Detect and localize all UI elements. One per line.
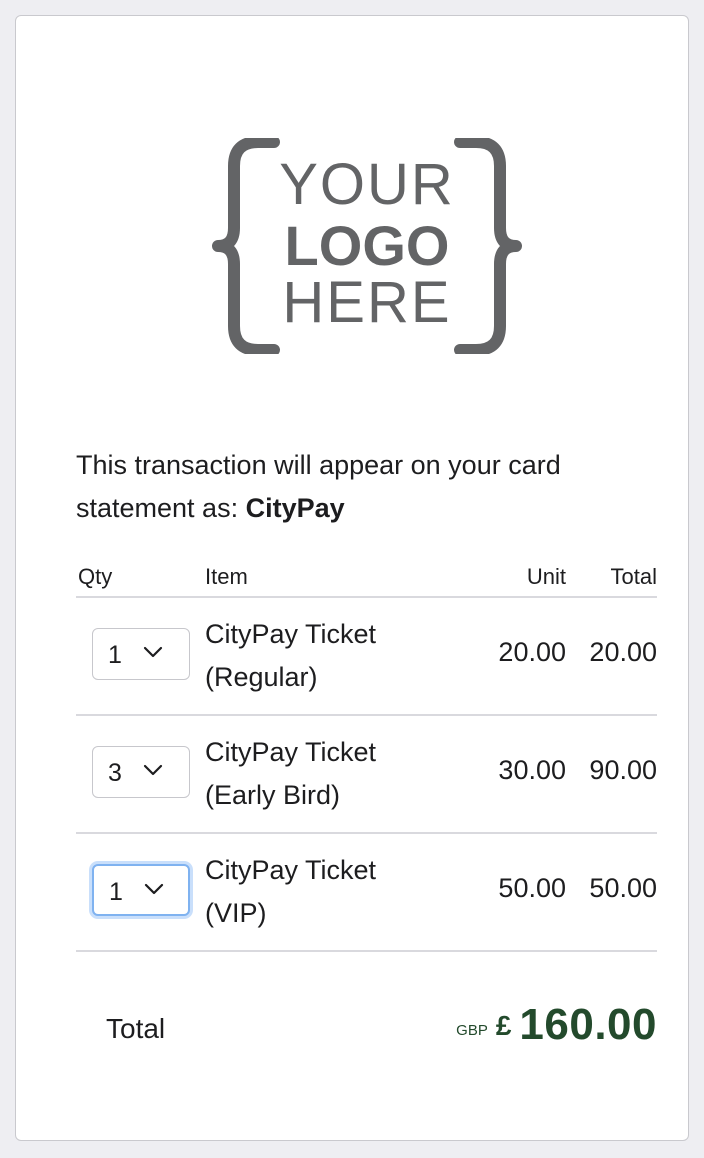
header-item: Item (205, 564, 248, 589)
quantity-select[interactable]: 3 (92, 746, 190, 798)
table-row: 1 CityPay Ticket (VIP) 50.00 50.00 (76, 834, 657, 952)
quantity-select[interactable]: 1 (92, 864, 190, 916)
unit-price: 30.00 (498, 755, 566, 785)
chevron-down-icon (143, 764, 163, 776)
header-qty: Qty (78, 564, 113, 589)
item-name: CityPay Ticket (Regular) (205, 619, 377, 692)
line-total: 90.00 (589, 755, 657, 785)
logo-text-here: HERE (282, 270, 452, 335)
header-unit: Unit (526, 564, 566, 589)
item-name: CityPay Ticket (Early Bird) (205, 737, 377, 810)
amount-value: 160.00 (519, 1000, 657, 1049)
total-amount: GBP £160.00 (456, 1000, 657, 1050)
currency-code: GBP (456, 1022, 488, 1039)
logo-text-your: YOUR (279, 152, 455, 217)
line-total: 20.00 (589, 637, 657, 667)
descriptor-merchant: CityPay (245, 493, 345, 523)
quantity-select[interactable]: 1 (92, 628, 190, 680)
item-name: CityPay Ticket (VIP) (205, 855, 377, 928)
line-total: 50.00 (589, 873, 657, 903)
chevron-down-icon (143, 646, 163, 658)
payment-card: YOUR LOGO HERE This transaction will app… (15, 15, 689, 1141)
quantity-value: 3 (108, 759, 122, 787)
total-label: Total (106, 1013, 166, 1044)
unit-price: 50.00 (498, 873, 566, 903)
currency-symbol: £ (495, 1010, 512, 1041)
table-row: 3 CityPay Ticket (Early Bird) 30.00 90.0… (76, 716, 657, 834)
merchant-logo: YOUR LOGO HERE (212, 138, 522, 354)
statement-descriptor: This transaction will appear on your car… (76, 444, 656, 530)
logo-text-logo: LOGO (284, 214, 450, 277)
chevron-down-icon (144, 883, 164, 895)
table-row: 1 CityPay Ticket (Regular) 20.00 20.00 (76, 598, 657, 716)
quantity-value: 1 (108, 641, 122, 669)
order-total: Total GBP £160.00 (76, 996, 657, 1066)
order-table: Qty Item Unit Total 1 CityPay Ticket (Re… (76, 556, 657, 952)
unit-price: 20.00 (498, 637, 566, 667)
quantity-value: 1 (109, 878, 123, 906)
table-header: Qty Item Unit Total (76, 556, 657, 598)
header-total: Total (610, 564, 657, 589)
